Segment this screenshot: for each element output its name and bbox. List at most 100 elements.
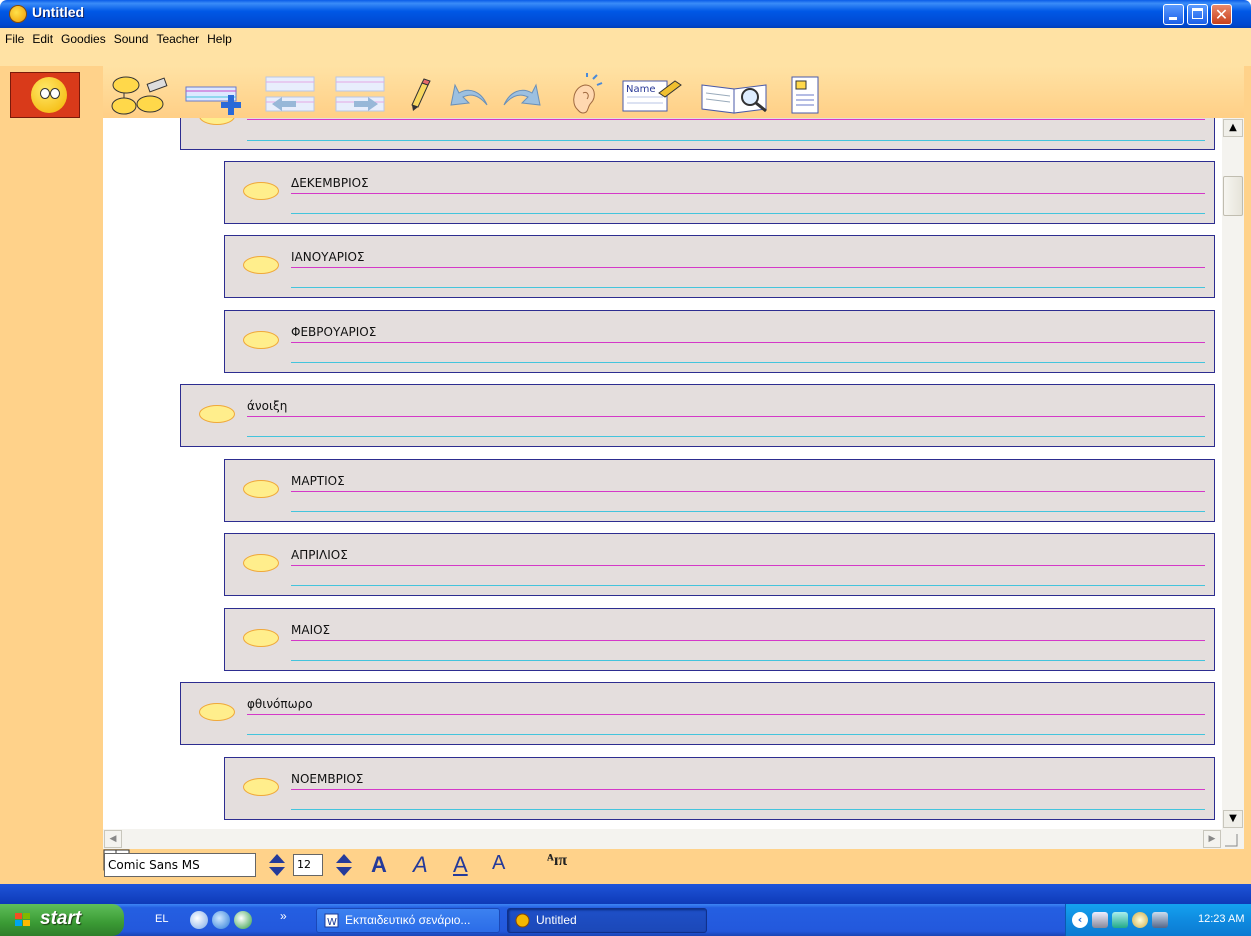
taskbar-item-label: Untitled xyxy=(536,913,577,927)
move-right-icon[interactable] xyxy=(332,73,388,117)
text-line xyxy=(291,640,1205,641)
word-document-icon: W xyxy=(324,913,339,928)
maximize-button[interactable] xyxy=(1187,4,1208,25)
topic-label[interactable]: ΜΑΡΤΙΟΣ xyxy=(291,474,345,488)
topic-bullet-icon[interactable] xyxy=(199,703,235,721)
note-page-icon[interactable] xyxy=(788,73,824,117)
display-icon[interactable] xyxy=(1152,912,1168,928)
network-icon[interactable] xyxy=(1092,912,1108,928)
menu-teacher[interactable]: Teacher xyxy=(155,32,200,46)
mascot-icon xyxy=(31,77,67,113)
flow-diagram-icon[interactable] xyxy=(110,73,170,117)
topic-label[interactable]: ΑΠΡΙΛΙΟΣ xyxy=(291,548,348,562)
move-left-icon[interactable] xyxy=(262,73,318,117)
redo-icon[interactable] xyxy=(500,73,544,117)
ear-icon[interactable] xyxy=(563,73,603,117)
text-line xyxy=(291,491,1205,492)
text-line xyxy=(291,809,1205,810)
topic-label[interactable]: ΜΑΙΟΣ xyxy=(291,623,330,637)
size-stepper-icon[interactable] xyxy=(335,853,353,877)
outline-subtopic[interactable]: ΦΕΒΡΟΥΑΡΙΟΣ xyxy=(224,310,1215,373)
topic-label[interactable]: φθινόπωρο xyxy=(247,697,313,711)
font-size-field[interactable]: 12 xyxy=(293,854,323,876)
text-line xyxy=(291,362,1205,363)
topic-bullet-icon[interactable] xyxy=(243,554,279,572)
close-button[interactable]: ✕ xyxy=(1211,4,1232,25)
topic-bullet-icon[interactable] xyxy=(199,118,235,125)
text-line xyxy=(291,267,1205,268)
horizontal-scrollbar[interactable]: ◀ ▶ xyxy=(103,829,1244,849)
system-tray: ‹ 12:23 AM xyxy=(1065,904,1251,936)
menu-bar: File Edit Goodies Sound Teacher Help xyxy=(0,28,1251,66)
start-button[interactable]: start xyxy=(0,904,124,936)
title-bar[interactable]: Untitled ✕ xyxy=(0,0,1251,28)
app-icon xyxy=(515,913,530,928)
taskbar-item-untitled[interactable]: Untitled xyxy=(507,908,707,933)
name-tag-icon[interactable]: Name xyxy=(619,73,683,117)
topic-bullet-icon[interactable] xyxy=(243,629,279,647)
menu-file[interactable]: File xyxy=(4,32,25,46)
add-line-icon[interactable] xyxy=(184,73,248,117)
text-line xyxy=(247,140,1205,141)
topic-bullet-icon[interactable] xyxy=(199,405,235,423)
scroll-left-button[interactable]: ◀ xyxy=(104,830,122,848)
book-search-icon[interactable] xyxy=(698,73,774,117)
topic-bullet-icon[interactable] xyxy=(243,778,279,796)
left-frame xyxy=(0,66,103,884)
italic-button[interactable]: A xyxy=(413,852,428,878)
resize-grip-icon[interactable] xyxy=(1223,832,1239,848)
kidspiration-logo-button[interactable] xyxy=(10,72,80,118)
outline-subtopic[interactable]: ΔΕΚΕΜΒΡΙΟΣ xyxy=(224,161,1215,224)
taskbar-item-word[interactable]: W Εκπαιδευτικό σενάριο... xyxy=(316,908,500,933)
topic-label[interactable]: άνοιξη xyxy=(247,399,287,413)
text-color-button[interactable]: A xyxy=(492,852,505,875)
outline-subtopic[interactable]: ΝΟΕΜΒΡΙΟΣ xyxy=(224,757,1215,820)
outline-topic[interactable] xyxy=(180,118,1215,150)
scroll-right-button[interactable]: ▶ xyxy=(1203,830,1221,848)
outline-document[interactable]: ΔΕΚΕΜΒΡΙΟΣ ΙΑΝΟΥΑΡΙΟΣ ΦΕΒΡΟΥΑΡΙΟΣ άνοιξη… xyxy=(103,118,1222,829)
text-line xyxy=(291,660,1205,661)
desktop-icon[interactable] xyxy=(190,911,208,929)
pencil-icon[interactable] xyxy=(404,73,432,117)
outline-subtopic[interactable]: ΑΠΡΙΛΙΟΣ xyxy=(224,533,1215,596)
menu-sound[interactable]: Sound xyxy=(113,32,150,46)
bold-button[interactable]: A xyxy=(371,852,387,878)
topic-bullet-icon[interactable] xyxy=(243,480,279,498)
topic-bullet-icon[interactable] xyxy=(243,182,279,200)
chevron-left-icon[interactable]: ‹ xyxy=(1072,912,1088,928)
menu-goodies[interactable]: Goodies xyxy=(60,32,107,46)
minimize-button[interactable] xyxy=(1163,4,1184,25)
svg-text:W: W xyxy=(327,917,337,928)
internet-explorer-icon[interactable] xyxy=(212,911,230,929)
outline-subtopic[interactable]: ΙΑΝΟΥΑΡΙΟΣ xyxy=(224,235,1215,298)
vertical-scrollbar[interactable]: ▲ ▼ xyxy=(1222,118,1244,829)
outline-subtopic[interactable]: ΜΑΙΟΣ xyxy=(224,608,1215,671)
topic-label[interactable]: ΔΕΚΕΜΒΡΙΟΣ xyxy=(291,176,369,190)
topic-label[interactable]: ΝΟΕΜΒΡΙΟΣ xyxy=(291,772,363,786)
topic-bullet-icon[interactable] xyxy=(243,256,279,274)
outline-subtopic[interactable]: ΜΑΡΤΙΟΣ xyxy=(224,459,1215,522)
media-player-icon[interactable] xyxy=(234,911,252,929)
language-button[interactable]: ᴬɪπ xyxy=(547,852,567,870)
scroll-thumb[interactable] xyxy=(1223,176,1243,216)
topic-label[interactable]: ΦΕΒΡΟΥΑΡΙΟΣ xyxy=(291,325,376,339)
sync-icon[interactable] xyxy=(1112,912,1128,928)
underline-button[interactable]: A xyxy=(453,852,468,878)
svg-text:Name: Name xyxy=(626,84,656,95)
scroll-up-button[interactable]: ▲ xyxy=(1223,119,1243,137)
messenger-icon[interactable] xyxy=(1132,912,1148,928)
font-stepper-icon[interactable] xyxy=(268,853,286,877)
font-name-field[interactable]: Comic Sans MS xyxy=(104,853,256,877)
menu-edit[interactable]: Edit xyxy=(31,32,54,46)
quicklaunch-more[interactable]: » xyxy=(280,909,287,923)
topic-bullet-icon[interactable] xyxy=(243,331,279,349)
undo-icon[interactable] xyxy=(447,73,491,117)
outline-topic[interactable]: φθινόπωρο xyxy=(180,682,1215,745)
outline-topic[interactable]: άνοιξη xyxy=(180,384,1215,447)
minimize-icon xyxy=(1169,17,1177,20)
menu-help[interactable]: Help xyxy=(206,32,233,46)
clock[interactable]: 12:23 AM xyxy=(1198,913,1244,925)
language-indicator[interactable]: EL xyxy=(155,913,168,925)
scroll-down-button[interactable]: ▼ xyxy=(1223,810,1243,828)
topic-label[interactable]: ΙΑΝΟΥΑΡΙΟΣ xyxy=(291,250,365,264)
